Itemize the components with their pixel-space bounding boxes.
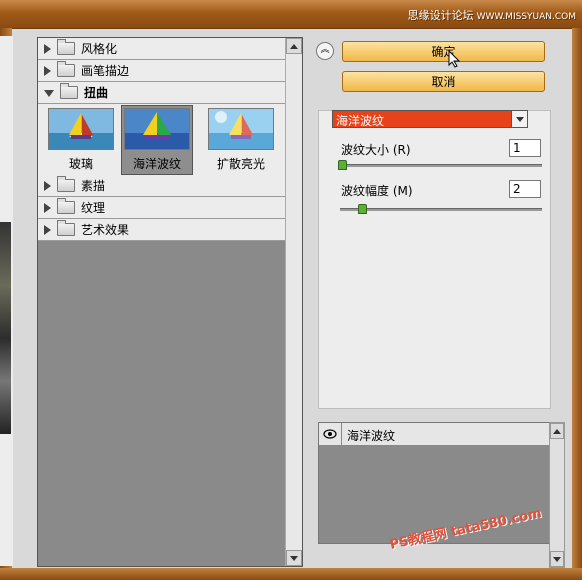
diffuse-glow-preview-image [208, 108, 274, 150]
preview-pane[interactable] [0, 36, 13, 566]
ok-button[interactable]: 确定 [342, 41, 545, 62]
category-label: 风格化 [81, 42, 118, 56]
ripple-magnitude-input[interactable]: 2 [509, 180, 541, 198]
ripple-size-input[interactable]: 1 [509, 139, 541, 157]
category-texture[interactable]: 纹理 [38, 197, 286, 219]
folder-icon [57, 61, 75, 77]
ripple-size-slider-thumb[interactable] [338, 160, 347, 170]
ripple-magnitude-slider-thumb[interactable] [358, 204, 367, 214]
category-label: 画笔描边 [81, 64, 130, 78]
ocean-ripple-preview-image [124, 108, 190, 150]
top-watermark: 思缘设计论坛 WWW.MISSYUAN.COM [408, 7, 576, 23]
thumb-label: 扩散亮光 [216, 157, 265, 171]
expand-arrow-icon [44, 224, 51, 235]
filter-thumb-glass[interactable]: 玻璃 [46, 106, 116, 174]
category-label: 纹理 [81, 201, 106, 215]
double-chevron-up-icon: ︽ [320, 45, 330, 55]
folder-icon [57, 176, 75, 192]
category-label: 扭曲 [84, 86, 109, 100]
scroll-down-button[interactable] [550, 551, 564, 567]
category-brush-strokes[interactable]: 画笔描边 [38, 60, 286, 82]
filter-select[interactable]: 海洋波纹 [332, 110, 528, 128]
effect-layer-row[interactable]: 海洋波纹 [319, 423, 550, 446]
arrow-down-icon [553, 556, 561, 562]
distort-thumbnails: 玻璃 海洋波纹 扩散亮光 [38, 104, 286, 183]
filter-select-value: 海洋波纹 [336, 114, 385, 128]
scroll-down-button[interactable] [286, 550, 302, 566]
filter-gallery: 风格化 画笔描边 扭曲 玻璃 海洋波纹 扩散亮光 素描 纹理 艺术效果 [37, 37, 303, 567]
expand-arrow-icon [44, 180, 51, 191]
ripple-magnitude-label: 波纹幅度 (M) [341, 184, 413, 198]
scroll-up-button[interactable] [286, 38, 302, 54]
expand-arrow-icon [44, 43, 51, 54]
glass-preview-image [48, 108, 114, 150]
cancel-button[interactable]: 取消 [342, 71, 545, 92]
category-label: 素描 [81, 179, 106, 193]
scroll-up-button[interactable] [550, 423, 564, 439]
filter-thumb-diffuse-glow[interactable]: 扩散亮光 [206, 106, 276, 174]
category-distort[interactable]: 扭曲 [38, 82, 286, 104]
gallery-scrollbar[interactable] [285, 38, 302, 566]
category-sketch[interactable]: 素描 [38, 175, 286, 197]
window-frame-bottom [0, 568, 582, 580]
ripple-size-slider[interactable] [340, 164, 542, 167]
arrow-down-icon [290, 555, 298, 561]
filter-category-list: 风格化 画笔描边 扭曲 玻璃 海洋波纹 扩散亮光 素描 纹理 艺术效果 [38, 38, 286, 566]
arrow-up-icon [290, 43, 298, 49]
thumb-label: 海洋波纹 [132, 157, 181, 171]
folder-icon [57, 198, 75, 214]
folder-open-icon [60, 83, 78, 99]
category-stylize[interactable]: 风格化 [38, 38, 286, 60]
thumb-label: 玻璃 [68, 157, 93, 171]
category-artistic[interactable]: 艺术效果 [38, 219, 286, 241]
filter-select-dropdown-button[interactable] [511, 110, 528, 128]
ripple-magnitude-slider[interactable] [340, 208, 542, 211]
effect-layer-name: 海洋波纹 [347, 429, 396, 443]
chevron-down-icon [515, 116, 524, 122]
eye-icon[interactable] [319, 423, 342, 445]
expand-arrow-icon [44, 65, 51, 76]
collapse-arrow-icon [44, 90, 54, 97]
mouse-cursor-icon [448, 50, 460, 68]
preview-image [0, 222, 11, 434]
watermark-site: WWW.MISSYUAN.COM [476, 12, 576, 22]
folder-icon [57, 39, 75, 55]
filter-thumb-ocean-ripple[interactable]: 海洋波纹 [121, 105, 193, 175]
ripple-size-label: 波纹大小 (R) [341, 143, 411, 157]
collapse-gallery-button[interactable]: ︽ [316, 42, 334, 60]
arrow-up-icon [553, 428, 561, 434]
folder-icon [57, 220, 75, 236]
layers-scrollbar[interactable] [549, 422, 565, 568]
category-label: 艺术效果 [81, 223, 130, 237]
watermark-text: 思缘设计论坛 [407, 9, 474, 22]
window-frame-right [572, 28, 582, 580]
expand-arrow-icon [44, 202, 51, 213]
title-bar: 思缘设计论坛 WWW.MISSYUAN.COM [0, 0, 582, 29]
